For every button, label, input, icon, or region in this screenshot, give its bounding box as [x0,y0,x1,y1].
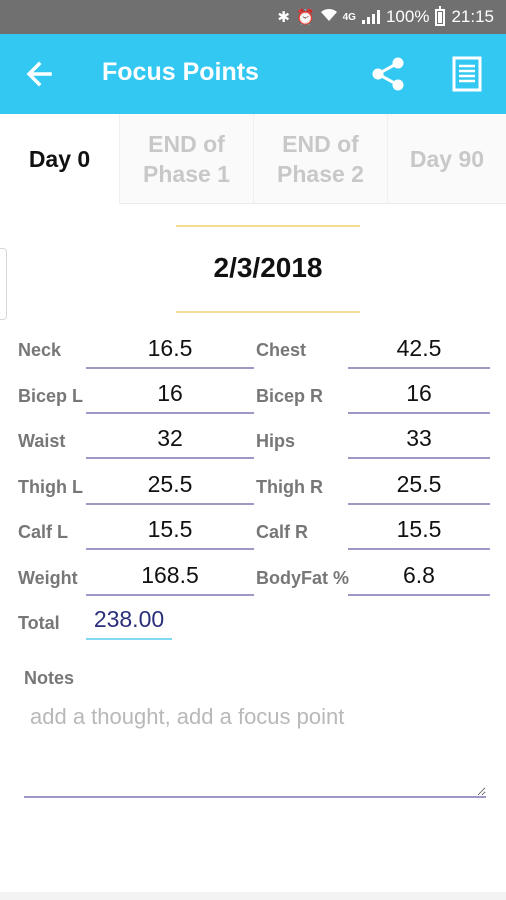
page-title: Focus Points [102,58,259,86]
thigh-r-input[interactable]: 25.5 [348,469,490,505]
weight-label: Weight [18,568,78,588]
calf-l-input[interactable]: 15.5 [86,514,254,550]
waist-label: Waist [18,431,66,451]
app-bar: Focus Points [0,34,506,114]
date-divider-bottom [176,311,360,313]
chest-input[interactable]: 42.5 [348,333,490,369]
share-icon [372,57,404,91]
neck-input[interactable]: 16.5 [86,333,254,369]
signal-icon [361,10,380,24]
bicep-r-label: Bicep R [256,386,324,406]
total-value: 238.00 [86,604,172,640]
total-label: Total [18,613,60,633]
bicep-l-label: Bicep L [18,386,84,406]
tab-label-line1: END of [148,131,225,157]
chest-label: Chest [256,340,307,360]
bicep-l-input[interactable]: 16 [86,378,254,414]
back-arrow-icon [26,61,52,87]
status-icons: ✱ ⏰ 4G 100% 21:15 [277,0,494,34]
waist-input[interactable]: 32 [86,423,254,459]
clock: 21:15 [451,7,494,26]
hips-label: Hips [256,431,296,451]
tab-day-90[interactable]: Day 90 [388,114,506,204]
tab-label: Day 0 [28,146,91,172]
back-button[interactable] [22,56,58,92]
bottom-edge [0,892,506,900]
weight-input[interactable]: 168.5 [86,560,254,596]
status-bar: ✱ ⏰ 4G 100% 21:15 [0,0,506,34]
date-field[interactable]: 2/3/2018 [176,252,360,284]
tab-end-of-phase-2[interactable]: END of Phase 2 [254,114,388,204]
tab-label: Day 90 [409,146,485,172]
tab-label-line1: END of [282,131,359,157]
battery-percent: 100% [385,7,430,26]
notes-label: Notes [24,668,75,688]
tab-day-0[interactable]: Day 0 [0,114,120,204]
calf-r-input[interactable]: 15.5 [348,514,490,550]
phase-tabs: Day 0 END of Phase 1 END of Phase 2 Day … [0,114,506,204]
wifi-icon [320,8,337,26]
calf-l-label: Calf L [18,522,69,542]
thigh-l-input[interactable]: 25.5 [86,469,254,505]
date-divider-top [176,225,360,227]
bodyfat-input[interactable]: 6.8 [348,560,490,596]
alarm-icon: ⏰ [295,9,315,26]
notes-list-button[interactable] [452,56,482,92]
hips-input[interactable]: 33 [348,423,490,459]
battery-icon [435,5,446,26]
drawer-handle[interactable] [0,248,7,320]
tab-label-line2: Phase 2 [277,161,364,187]
tab-end-of-phase-1[interactable]: END of Phase 1 [120,114,254,204]
thigh-l-label: Thigh L [18,477,83,497]
bicep-r-input[interactable]: 16 [348,378,490,414]
tab-label-line2: Phase 1 [143,161,230,187]
neck-label: Neck [18,340,62,360]
thigh-r-label: Thigh R [256,477,323,497]
calf-r-label: Calf R [256,522,309,542]
share-button[interactable] [368,54,408,94]
bodyfat-label: BodyFat % [256,568,350,588]
notes-input[interactable] [24,700,486,798]
network-type-icon: 4G [342,11,356,23]
bluetooth-icon: ✱ [277,9,290,26]
document-icon [452,56,482,92]
